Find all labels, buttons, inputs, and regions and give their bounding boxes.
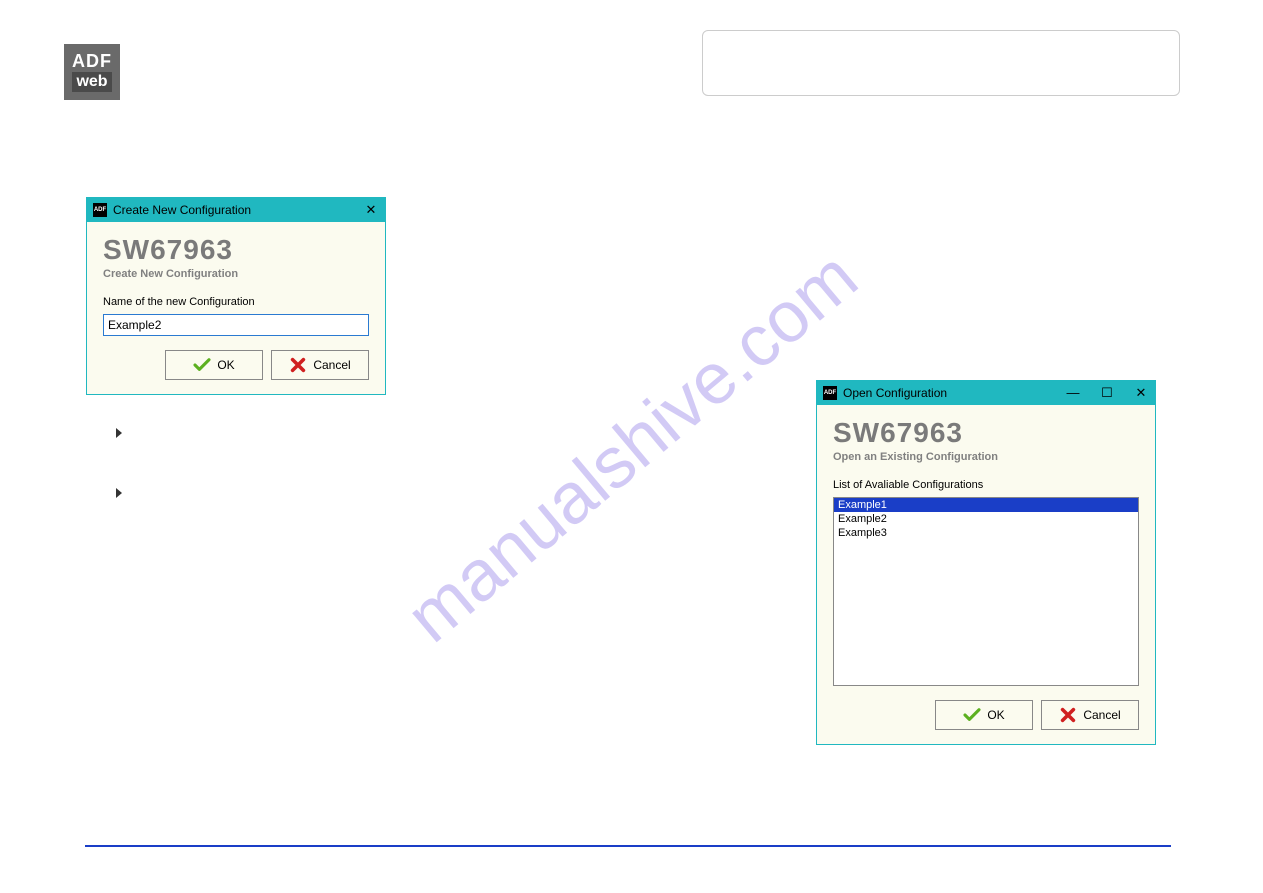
- dialog2-list-label: List of Avaliable Configurations: [833, 479, 1139, 491]
- cross-icon: [289, 356, 307, 374]
- minimize-icon[interactable]: —: [1065, 385, 1081, 401]
- cancel-button[interactable]: Cancel: [271, 350, 369, 380]
- dialog2-titlebar: ADF Open Configuration — ☐ ✕: [817, 381, 1155, 405]
- check-icon: [963, 708, 981, 722]
- ok-button[interactable]: OK: [935, 700, 1033, 730]
- dialog1-field-label: Name of the new Configuration: [103, 296, 369, 308]
- dialog2-big-title: SW67963: [833, 417, 1139, 449]
- ok-label: OK: [217, 358, 234, 372]
- list-item[interactable]: Example2: [834, 512, 1138, 526]
- dialog1-title-text: Create New Configuration: [113, 203, 251, 217]
- dialog2-title-left: ADF Open Configuration: [823, 386, 947, 400]
- cross-icon: [1059, 706, 1077, 724]
- check-icon: [193, 358, 211, 372]
- bullet-icon: [114, 488, 124, 498]
- maximize-icon[interactable]: ☐: [1099, 385, 1115, 401]
- cancel-button[interactable]: Cancel: [1041, 700, 1139, 730]
- logo-line2: web: [72, 72, 111, 92]
- ok-label: OK: [987, 708, 1004, 722]
- dialog1-big-title: SW67963: [103, 234, 369, 266]
- bullet-icon: [114, 428, 124, 438]
- close-icon[interactable]: ✕: [1133, 385, 1149, 401]
- logo-line1: ADF: [72, 52, 112, 70]
- ok-button[interactable]: OK: [165, 350, 263, 380]
- top-empty-box: [702, 30, 1180, 96]
- cancel-label: Cancel: [1083, 708, 1120, 722]
- dialog2-title-text: Open Configuration: [843, 386, 947, 400]
- app-icon: ADF: [93, 203, 107, 217]
- dialog1-title-left: ADF Create New Configuration: [93, 203, 251, 217]
- create-config-dialog: ADF Create New Configuration ✕ SW67963 C…: [86, 197, 386, 395]
- dialog1-titlebar: ADF Create New Configuration ✕: [87, 198, 385, 222]
- config-name-input[interactable]: [103, 314, 369, 336]
- close-icon[interactable]: ✕: [363, 202, 379, 218]
- config-listbox[interactable]: Example1Example2Example3: [833, 497, 1139, 686]
- open-config-dialog: ADF Open Configuration — ☐ ✕ SW67963 Ope…: [816, 380, 1156, 745]
- dialog2-subtitle: Open an Existing Configuration: [833, 451, 1139, 463]
- dialog1-subtitle: Create New Configuration: [103, 268, 369, 280]
- adfweb-logo: ADF web: [64, 44, 120, 100]
- list-item[interactable]: Example1: [834, 498, 1138, 512]
- cancel-label: Cancel: [313, 358, 350, 372]
- watermark-text: manualshive.com: [391, 235, 873, 658]
- list-item[interactable]: Example3: [834, 526, 1138, 540]
- app-icon: ADF: [823, 386, 837, 400]
- footer-divider: [85, 845, 1171, 847]
